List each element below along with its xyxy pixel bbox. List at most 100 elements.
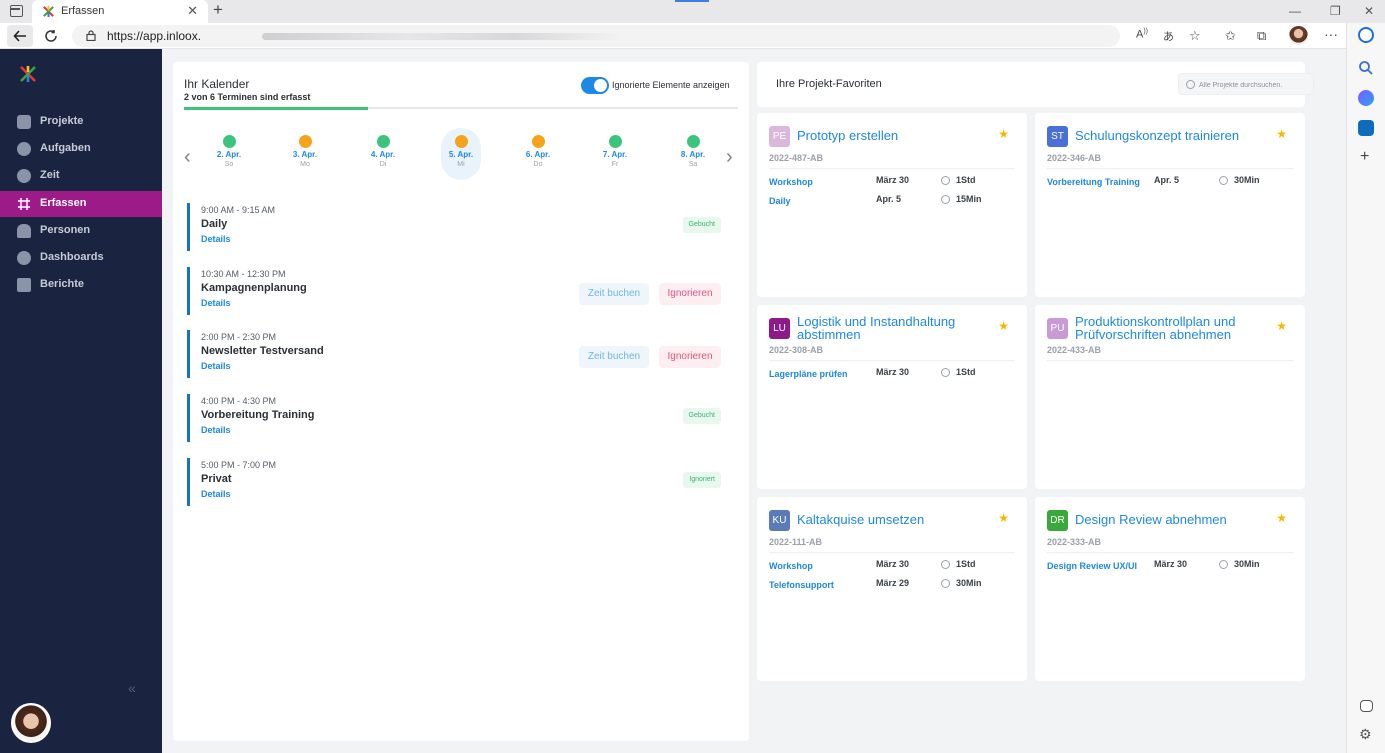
clock-icon bbox=[941, 560, 950, 569]
project-title[interactable]: Kaltakquise umsetzen bbox=[797, 513, 997, 526]
project-card[interactable]: PU Produktionskontrollplan und Prüfvorsch… bbox=[1035, 305, 1305, 489]
project-title[interactable]: Logistik und Instandhaltung abstimmen bbox=[797, 315, 997, 341]
event-details-link[interactable]: Details bbox=[201, 425, 231, 435]
collections-icon[interactable]: ⧉ bbox=[1257, 28, 1266, 44]
activity-date: März 30 bbox=[876, 367, 910, 377]
sidebar-item-berichte[interactable]: Berichte bbox=[0, 272, 162, 298]
outlook-icon[interactable] bbox=[1358, 120, 1374, 136]
day-3[interactable]: 4. Apr. Di bbox=[363, 128, 403, 180]
activity-link[interactable]: Workshop bbox=[769, 559, 867, 573]
project-search[interactable] bbox=[1178, 73, 1314, 95]
day-status-dot bbox=[531, 135, 545, 148]
sidebar-item-dashboards[interactable]: Dashboards bbox=[0, 245, 162, 271]
translate-icon[interactable]: あ bbox=[1163, 28, 1174, 44]
day-weekday: Fr bbox=[611, 161, 619, 168]
tab-close-icon[interactable]: ✕ bbox=[187, 3, 198, 19]
project-card[interactable]: ST Schulungskonzept trainieren ★ 2022-346-A… bbox=[1035, 113, 1305, 297]
day-6[interactable]: 7. Apr. Fr bbox=[595, 128, 635, 180]
url-field[interactable]: https://app.inloox. bbox=[72, 25, 1120, 47]
project-abbr-badge: DR bbox=[1047, 510, 1068, 531]
favorite-star-icon[interactable]: ★ bbox=[1276, 511, 1287, 525]
event-details-link[interactable]: Details bbox=[201, 361, 231, 371]
project-title[interactable]: Schulungskonzept trainieren bbox=[1075, 129, 1275, 142]
event-details-link[interactable]: Details bbox=[201, 234, 231, 244]
next-week-icon[interactable]: › bbox=[726, 146, 733, 169]
day-date: 7. Apr. bbox=[602, 150, 628, 159]
activity-link[interactable]: Workshop bbox=[769, 175, 867, 189]
sidebar-layout-icon[interactable] bbox=[1360, 700, 1373, 712]
more-options-icon[interactable]: ··· bbox=[1324, 26, 1338, 42]
minimize-icon[interactable]: — bbox=[1289, 4, 1301, 18]
book-time-button[interactable]: Zeit buchen bbox=[579, 346, 649, 369]
copilot-icon[interactable] bbox=[1358, 27, 1374, 43]
day-date: 8. Apr. bbox=[680, 150, 706, 159]
favorites-icon[interactable]: ✩ bbox=[1225, 28, 1236, 44]
project-card[interactable]: LU Logistik und Instandhaltung abstimmen ★… bbox=[757, 305, 1027, 489]
browser-tab-bar: Erfassen ✕ + — ❐ ✕ bbox=[0, 0, 1385, 23]
sidebar-item-label: Erfassen bbox=[40, 197, 87, 209]
activity-link[interactable]: Vorbereitung Training bbox=[1047, 175, 1145, 189]
project-card[interactable]: PE Prototyp erstellen ★ 2022-487-AB Workshop… bbox=[757, 113, 1027, 297]
day-date: 3. Apr. bbox=[292, 150, 318, 159]
favorites-title: Ihre Projekt-Favoriten bbox=[776, 78, 882, 90]
day-status-dot bbox=[454, 135, 468, 148]
sidebar-item-personen[interactable]: Personen bbox=[0, 218, 162, 244]
activity-link[interactable]: Telefonsupport bbox=[769, 578, 867, 592]
favorite-star-icon[interactable]: ★ bbox=[1276, 319, 1287, 333]
day-2[interactable]: 3. Apr. Mo bbox=[285, 128, 325, 180]
favorite-add-icon[interactable]: ☆ bbox=[1189, 28, 1201, 44]
project-title[interactable]: Prototyp erstellen bbox=[797, 129, 997, 142]
settings-gear-icon[interactable]: ⚙ bbox=[1359, 726, 1372, 743]
ignored-items-toggle[interactable] bbox=[581, 77, 609, 94]
sidebar-item-zeit[interactable]: Zeit bbox=[0, 163, 162, 189]
project-card[interactable]: DR Design Review abnehmen ★ 2022-333-AB Desi… bbox=[1035, 497, 1305, 681]
new-tab-icon[interactable]: + bbox=[213, 0, 223, 20]
browser-tab[interactable]: Erfassen ✕ bbox=[32, 0, 208, 23]
day-weekday: Do bbox=[533, 161, 543, 168]
check-circle-icon bbox=[17, 142, 31, 156]
back-button[interactable] bbox=[7, 25, 33, 47]
sidebar-item-aufgaben[interactable]: Aufgaben bbox=[0, 136, 162, 162]
day-7[interactable]: 8. Apr. Sa bbox=[673, 128, 713, 180]
project-abbr-badge: PU bbox=[1047, 318, 1068, 339]
project-title[interactable]: Produktionskontrollplan und Prüfvorschri… bbox=[1075, 315, 1275, 341]
ignore-button[interactable]: Ignorieren bbox=[659, 282, 721, 305]
window-close-icon[interactable]: ✕ bbox=[1364, 4, 1374, 18]
project-title[interactable]: Design Review abnehmen bbox=[1075, 513, 1275, 526]
project-search-input[interactable] bbox=[1199, 77, 1311, 93]
sidebar-item-projekte[interactable]: Projekte bbox=[0, 109, 162, 135]
read-aloud-icon[interactable]: A)) bbox=[1136, 28, 1148, 41]
inloox-logo-icon[interactable] bbox=[19, 65, 37, 83]
restore-icon[interactable]: ❐ bbox=[1330, 4, 1341, 18]
collapse-sidebar-icon[interactable]: « bbox=[128, 680, 136, 696]
calendar-event: 10:30 AM - 12:30 PM Kampagnenplanung Detai… bbox=[187, 266, 735, 315]
favorite-star-icon[interactable]: ★ bbox=[998, 127, 1009, 141]
activity-link[interactable]: Daily bbox=[769, 194, 867, 208]
day-5[interactable]: 6. Apr. Do bbox=[518, 128, 558, 180]
prev-week-icon[interactable]: ‹ bbox=[184, 146, 191, 169]
activity-link[interactable]: Lagerpläne prüfen bbox=[769, 367, 867, 381]
event-details-link[interactable]: Details bbox=[201, 489, 231, 499]
reload-button[interactable] bbox=[38, 25, 64, 47]
day-weekday: So bbox=[224, 161, 234, 168]
book-time-button[interactable]: Zeit buchen bbox=[579, 282, 649, 305]
event-details-link[interactable]: Details bbox=[201, 298, 231, 308]
shopping-icon[interactable] bbox=[1358, 90, 1374, 106]
user-avatar[interactable] bbox=[11, 703, 51, 743]
tab-title: Erfassen bbox=[61, 5, 105, 17]
report-icon bbox=[17, 278, 31, 292]
project-card[interactable]: KU Kaltakquise umsetzen ★ 2022-111-AB Worksh… bbox=[757, 497, 1027, 681]
add-sidebar-app-icon[interactable]: + bbox=[1360, 148, 1369, 166]
favorite-star-icon[interactable]: ★ bbox=[1276, 127, 1287, 141]
ignore-button[interactable]: Ignorieren bbox=[659, 346, 721, 369]
sidebar-item-erfassen[interactable]: Erfassen bbox=[0, 191, 162, 217]
favorite-star-icon[interactable]: ★ bbox=[998, 511, 1009, 525]
project-code: 2022-308-AB bbox=[769, 345, 824, 355]
activity-link[interactable]: Design Review UX/UI bbox=[1047, 559, 1145, 573]
day-1[interactable]: 2. Apr. So bbox=[209, 128, 249, 180]
search-icon[interactable] bbox=[1358, 60, 1374, 76]
browser-profile-avatar[interactable] bbox=[1289, 26, 1308, 45]
tab-actions-icon[interactable] bbox=[10, 5, 23, 17]
day-4[interactable]: 5. Apr. Mi bbox=[441, 128, 481, 180]
favorite-star-icon[interactable]: ★ bbox=[998, 319, 1009, 333]
